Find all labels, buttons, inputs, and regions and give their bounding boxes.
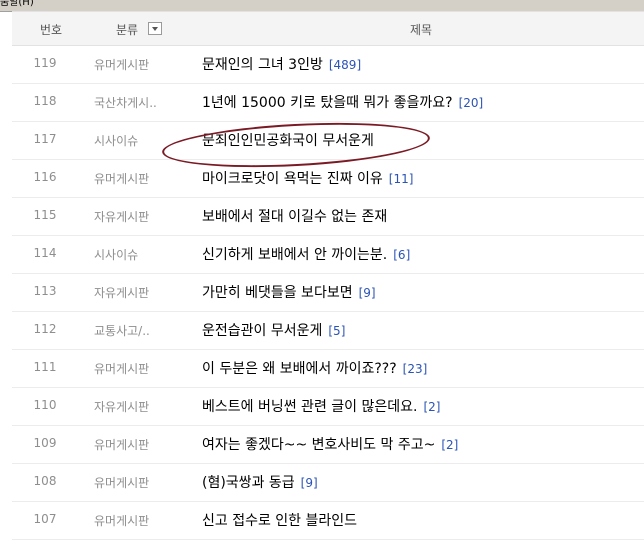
post-title-text[interactable]: 이 두분은 왜 보배에서 까이죠??? <box>202 361 397 377</box>
post-title-text[interactable]: 베스트에 버닝썬 관련 글이 많은데요. <box>202 399 417 415</box>
post-row[interactable]: 119 유머게시판 문재인의 그녀 3인방 [489] <box>12 45 644 84</box>
post-title-link[interactable]: 신고 접수로 인한 블라인드 <box>202 510 363 530</box>
post-title-link[interactable]: 베스트에 버닝썬 관련 글이 많은데요. [2] <box>202 396 440 416</box>
post-title-link[interactable]: 마이크로닷이 욕먹는 진짜 이유 [11] <box>202 168 413 188</box>
post-row[interactable]: 110 자유게시판 베스트에 버닝썬 관련 글이 많은데요. [2] <box>12 387 644 426</box>
post-title-text[interactable]: 운전습관이 무서운게 <box>202 323 322 339</box>
post-number: 117 <box>33 132 57 146</box>
post-number: 110 <box>33 398 57 412</box>
post-title-text[interactable]: 1년에 15000 키로 탔을때 뭐가 좋을까요? <box>202 95 453 111</box>
post-title-link[interactable]: 1년에 15000 키로 탔을때 뭐가 좋을까요? [20] <box>202 92 483 112</box>
header-category: 분류 <box>116 23 139 37</box>
post-number: 109 <box>33 436 57 450</box>
post-title-text[interactable]: 신고 접수로 인한 블라인드 <box>202 513 357 529</box>
comment-count[interactable]: [489] <box>329 58 361 72</box>
post-title-text[interactable]: 마이크로닷이 욕먹는 진짜 이유 <box>202 171 383 187</box>
comment-count[interactable]: [2] <box>441 438 458 452</box>
comment-count[interactable]: [6] <box>393 248 410 262</box>
post-number: 111 <box>33 360 57 374</box>
post-row[interactable]: 112 교통사고/.. 운전습관이 무서운게 [5] <box>12 311 644 350</box>
post-category-link[interactable]: 국산차게시.. <box>94 94 157 111</box>
post-title-link[interactable]: 이 두분은 왜 보배에서 까이죠??? [23] <box>202 358 427 378</box>
post-category-link[interactable]: 자유게시판 <box>94 208 149 225</box>
post-title-text[interactable]: 여자는 좋겠다~~ 변호사비도 막 주고~ <box>202 437 435 453</box>
post-number: 118 <box>33 94 57 108</box>
post-category-link[interactable]: 유머게시판 <box>94 170 149 187</box>
post-title-link[interactable]: 신기하게 보배에서 안 까이는분. [6] <box>202 244 410 264</box>
post-title-link[interactable]: 운전습관이 무서운게 [5] <box>202 320 345 340</box>
post-category-link[interactable]: 유머게시판 <box>94 436 149 453</box>
post-category-link[interactable]: 자유게시판 <box>94 284 149 301</box>
post-title-link[interactable]: 보배에서 절대 이길수 없는 존재 <box>202 206 393 226</box>
post-number: 108 <box>33 474 57 488</box>
post-category-link[interactable]: 유머게시판 <box>94 56 149 73</box>
comment-count[interactable]: [11] <box>389 172 414 186</box>
category-filter-dropdown[interactable] <box>148 22 162 35</box>
table-header: 번호 분류 제목 <box>12 11 644 46</box>
post-row[interactable]: 107 유머게시판 신고 접수로 인한 블라인드 <box>12 501 644 540</box>
post-category-link[interactable]: 교통사고/.. <box>94 322 150 339</box>
post-row[interactable]: 116 유머게시판 마이크로닷이 욕먹는 진짜 이유 [11] <box>12 159 644 198</box>
comment-count[interactable]: [23] <box>403 362 428 376</box>
post-row[interactable]: 118 국산차게시.. 1년에 15000 키로 탔을때 뭐가 좋을까요? [20] <box>12 83 644 122</box>
post-row[interactable]: 109 유머게시판 여자는 좋겠다~~ 변호사비도 막 주고~ [2] <box>12 425 644 464</box>
post-category-link[interactable]: 유머게시판 <box>94 512 149 529</box>
post-row[interactable]: 114 시사이슈 신기하게 보배에서 안 까이는분. [6] <box>12 235 644 274</box>
post-number: 112 <box>33 322 57 336</box>
post-title-text[interactable]: 가만히 베댓들을 보다보면 <box>202 285 353 301</box>
comment-count[interactable]: [9] <box>359 286 376 300</box>
post-category-link[interactable]: 시사이슈 <box>94 246 138 263</box>
post-row[interactable]: 113 자유게시판 가만히 베댓들을 보다보면 [9] <box>12 273 644 312</box>
chevron-down-icon <box>152 27 158 31</box>
post-category-link[interactable]: 자유게시판 <box>94 398 149 415</box>
post-category-link[interactable]: 유머게시판 <box>94 360 149 377</box>
post-number: 107 <box>33 512 57 526</box>
post-title-text[interactable]: 신기하게 보배에서 안 까이는분. <box>202 247 387 263</box>
post-number: 114 <box>33 246 57 260</box>
post-row[interactable]: 108 유머게시판 (혐)국쌍과 동급 [9] <box>12 463 644 502</box>
post-title-text[interactable]: 문재인의 그녀 3인방 <box>202 57 323 73</box>
post-number: 113 <box>33 284 57 298</box>
comment-count[interactable]: [9] <box>301 476 318 490</box>
post-title-text[interactable]: 보배에서 절대 이길수 없는 존재 <box>202 209 387 225</box>
post-title-text[interactable]: (혐)국쌍과 동급 <box>202 475 295 491</box>
comment-count[interactable]: [20] <box>459 96 484 110</box>
post-title-link[interactable]: (혐)국쌍과 동급 [9] <box>202 472 318 492</box>
post-title-link[interactable]: 여자는 좋겠다~~ 변호사비도 막 주고~ [2] <box>202 434 458 454</box>
post-category-link[interactable]: 유머게시판 <box>94 474 149 491</box>
header-no: 번호 <box>40 23 63 37</box>
comment-count[interactable]: [2] <box>423 400 440 414</box>
header-title: 제목 <box>410 23 433 37</box>
post-row[interactable]: 115 자유게시판 보배에서 절대 이길수 없는 존재 <box>12 197 644 236</box>
post-number: 119 <box>33 56 57 70</box>
post-title-link[interactable]: 문재인의 그녀 3인방 [489] <box>202 54 361 74</box>
post-number: 115 <box>33 208 57 222</box>
post-category-link[interactable]: 시사이슈 <box>94 132 138 149</box>
post-number: 116 <box>33 170 57 184</box>
post-row[interactable]: 111 유머게시판 이 두분은 왜 보배에서 까이죠??? [23] <box>12 349 644 388</box>
menu-help[interactable]: 움말(H) <box>0 0 34 8</box>
comment-count[interactable]: [5] <box>328 324 345 338</box>
post-title-link[interactable]: 가만히 베댓들을 보다보면 [9] <box>202 282 376 302</box>
